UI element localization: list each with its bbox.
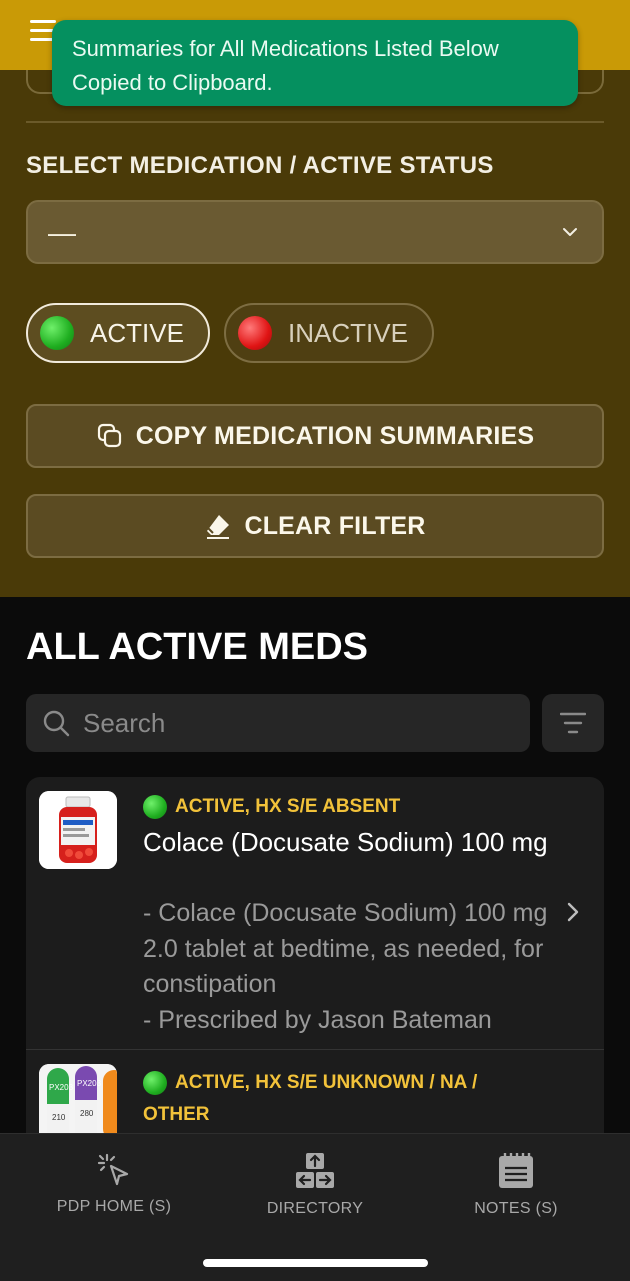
medication-name: Colace (Docusate Sodium) 100 mg — [143, 827, 548, 857]
medication-list: ACTIVE, HX S/E ABSENT Colace (Docusate S… — [26, 777, 604, 1157]
section-divider — [26, 121, 604, 123]
status-text-line1: ACTIVE, HX S/E UNKNOWN / NA / — [175, 1072, 478, 1093]
clipboard-toast: Summaries for All Medications Listed Bel… — [52, 20, 578, 106]
clear-filter-button[interactable]: CLEAR FILTER — [26, 494, 604, 558]
active-filter-pill[interactable]: ACTIVE — [26, 303, 210, 363]
green-status-dot-icon — [143, 795, 167, 819]
green-status-dot-icon — [143, 1071, 167, 1095]
page-title: ALL ACTIVE MEDS — [26, 626, 369, 668]
cursor-click-icon — [97, 1153, 129, 1186]
select-medication-label: SELECT MEDICATION / ACTIVE STATUS — [26, 152, 494, 179]
red-status-dot-icon — [238, 316, 272, 350]
tab-label: DIRECTORY — [266, 1200, 364, 1217]
tab-notes[interactable]: NOTES (S) — [416, 1152, 616, 1218]
inactive-pill-label: INACTIVE — [288, 317, 408, 348]
green-status-dot-icon — [40, 316, 74, 350]
capsule-label: PX203 — [77, 1079, 102, 1088]
copy-medication-summaries-button[interactable]: COPY MEDICATION SUMMARIES — [26, 404, 604, 468]
status-badge: ACTIVE, HX S/E UNKNOWN / NA / OTHER — [143, 1067, 523, 1131]
dosage-text: - Colace (Docusate Sodium) 100 mg 2.0 ta… — [143, 899, 548, 998]
inactive-filter-pill[interactable]: INACTIVE — [224, 303, 434, 363]
medication-description: - Colace (Docusate Sodium) 100 mg 2.0 ta… — [143, 896, 553, 1038]
search-input[interactable]: Search — [26, 694, 530, 752]
clear-button-label: CLEAR FILTER — [244, 511, 426, 540]
row-divider — [26, 1049, 604, 1050]
chevron-right-icon — [567, 902, 579, 922]
tab-label: PDP HOME (S) — [56, 1198, 172, 1215]
notepad-icon — [499, 1153, 533, 1188]
copy-icon — [97, 423, 121, 448]
search-icon — [43, 710, 70, 737]
capsule-label: 210 — [52, 1113, 66, 1122]
list-item[interactable]: ACTIVE, HX S/E ABSENT Colace (Docusate S… — [26, 777, 604, 1049]
directory-arrows-icon — [296, 1153, 334, 1188]
prescriber-text: - Prescribed by Jason Bateman — [143, 1005, 492, 1034]
copy-button-label: COPY MEDICATION SUMMARIES — [135, 421, 535, 450]
filter-lines-icon — [560, 712, 586, 734]
capsule-label: PX203 — [49, 1083, 74, 1092]
status-text-line2: OTHER — [143, 1104, 210, 1125]
active-pill-label: ACTIVE — [90, 317, 184, 348]
filter-button[interactable] — [542, 694, 604, 752]
status-badge: ACTIVE, HX S/E ABSENT — [143, 795, 400, 819]
capsule-label: 280 — [80, 1109, 94, 1118]
tab-label: NOTES (S) — [474, 1200, 558, 1217]
tab-directory[interactable]: DIRECTORY — [215, 1152, 415, 1218]
medication-status-select[interactable]: — — [26, 200, 604, 264]
select-value: — — [48, 217, 76, 248]
search-placeholder: Search — [83, 708, 166, 738]
capsules-image: PX203 PX203 210 280 — [39, 1064, 117, 1142]
status-text: ACTIVE, HX S/E ABSENT — [175, 796, 401, 817]
medication-bottle-image — [39, 791, 117, 869]
eraser-icon — [206, 515, 230, 539]
home-indicator[interactable] — [203, 1259, 428, 1267]
toast-message: Summaries for All Medications Listed Bel… — [72, 36, 499, 95]
chevron-down-icon — [563, 228, 577, 236]
tab-pdp-home[interactable]: PDP HOME (S) — [14, 1152, 214, 1216]
